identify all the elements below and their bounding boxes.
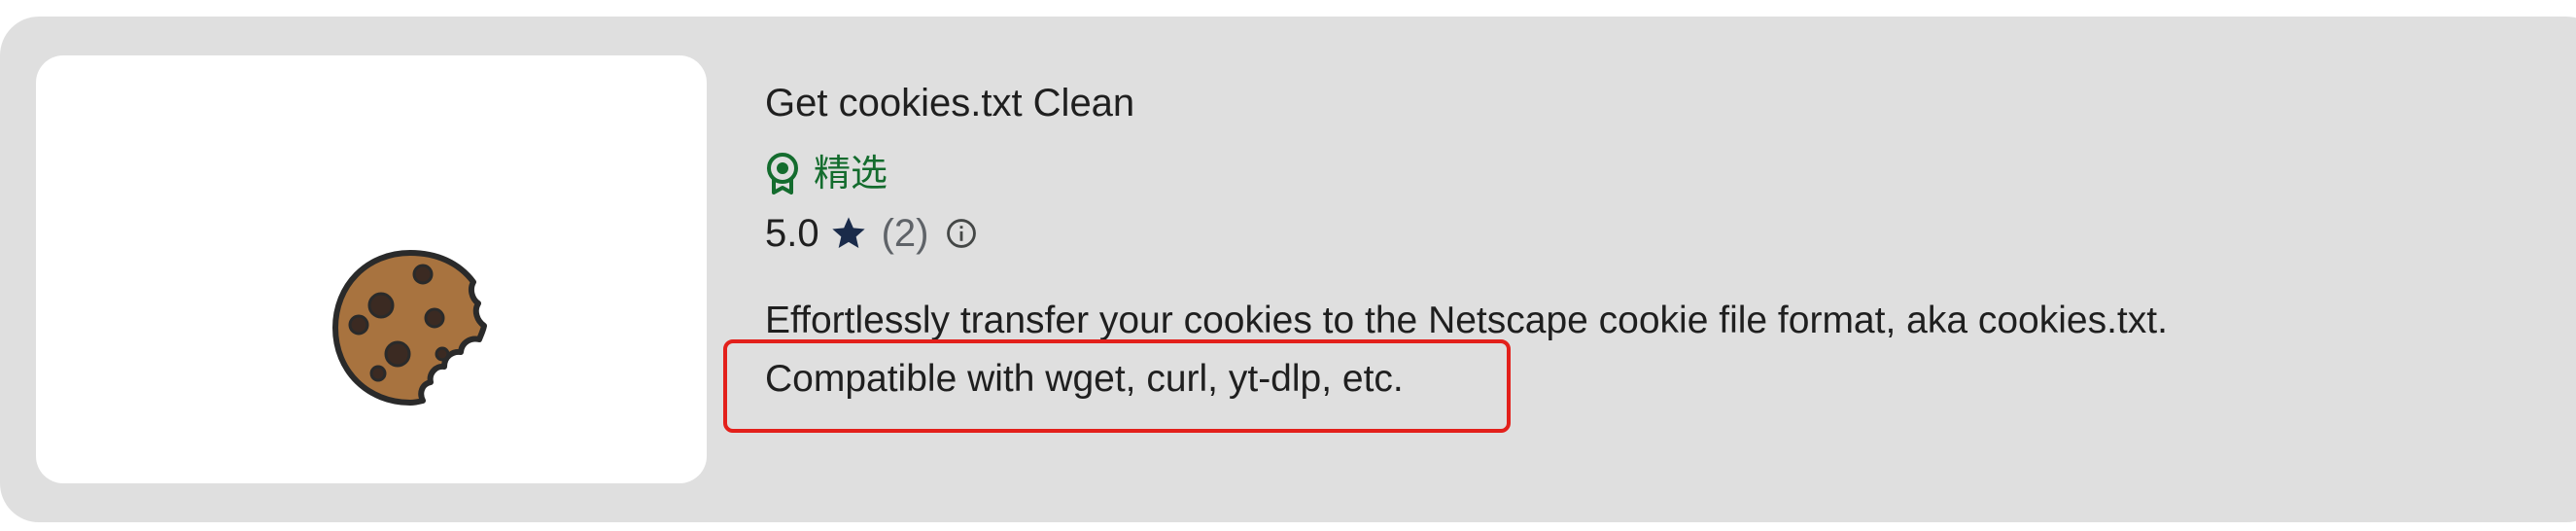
rating-count: (2): [881, 211, 929, 255]
extension-title[interactable]: Get cookies.txt Clean: [765, 78, 1134, 128]
featured-badge-icon: [767, 153, 798, 195]
extension-thumbnail: [36, 55, 707, 483]
cookie-icon: [332, 250, 487, 406]
featured-label: 精选: [814, 152, 888, 195]
star-icon: [831, 217, 865, 248]
info-icon[interactable]: [945, 217, 978, 250]
rating-value: 5.0: [765, 211, 819, 255]
featured-badge: 精选: [765, 146, 888, 200]
rating-row: 5.0 (2): [765, 206, 978, 261]
highlight-box: [723, 339, 1511, 433]
